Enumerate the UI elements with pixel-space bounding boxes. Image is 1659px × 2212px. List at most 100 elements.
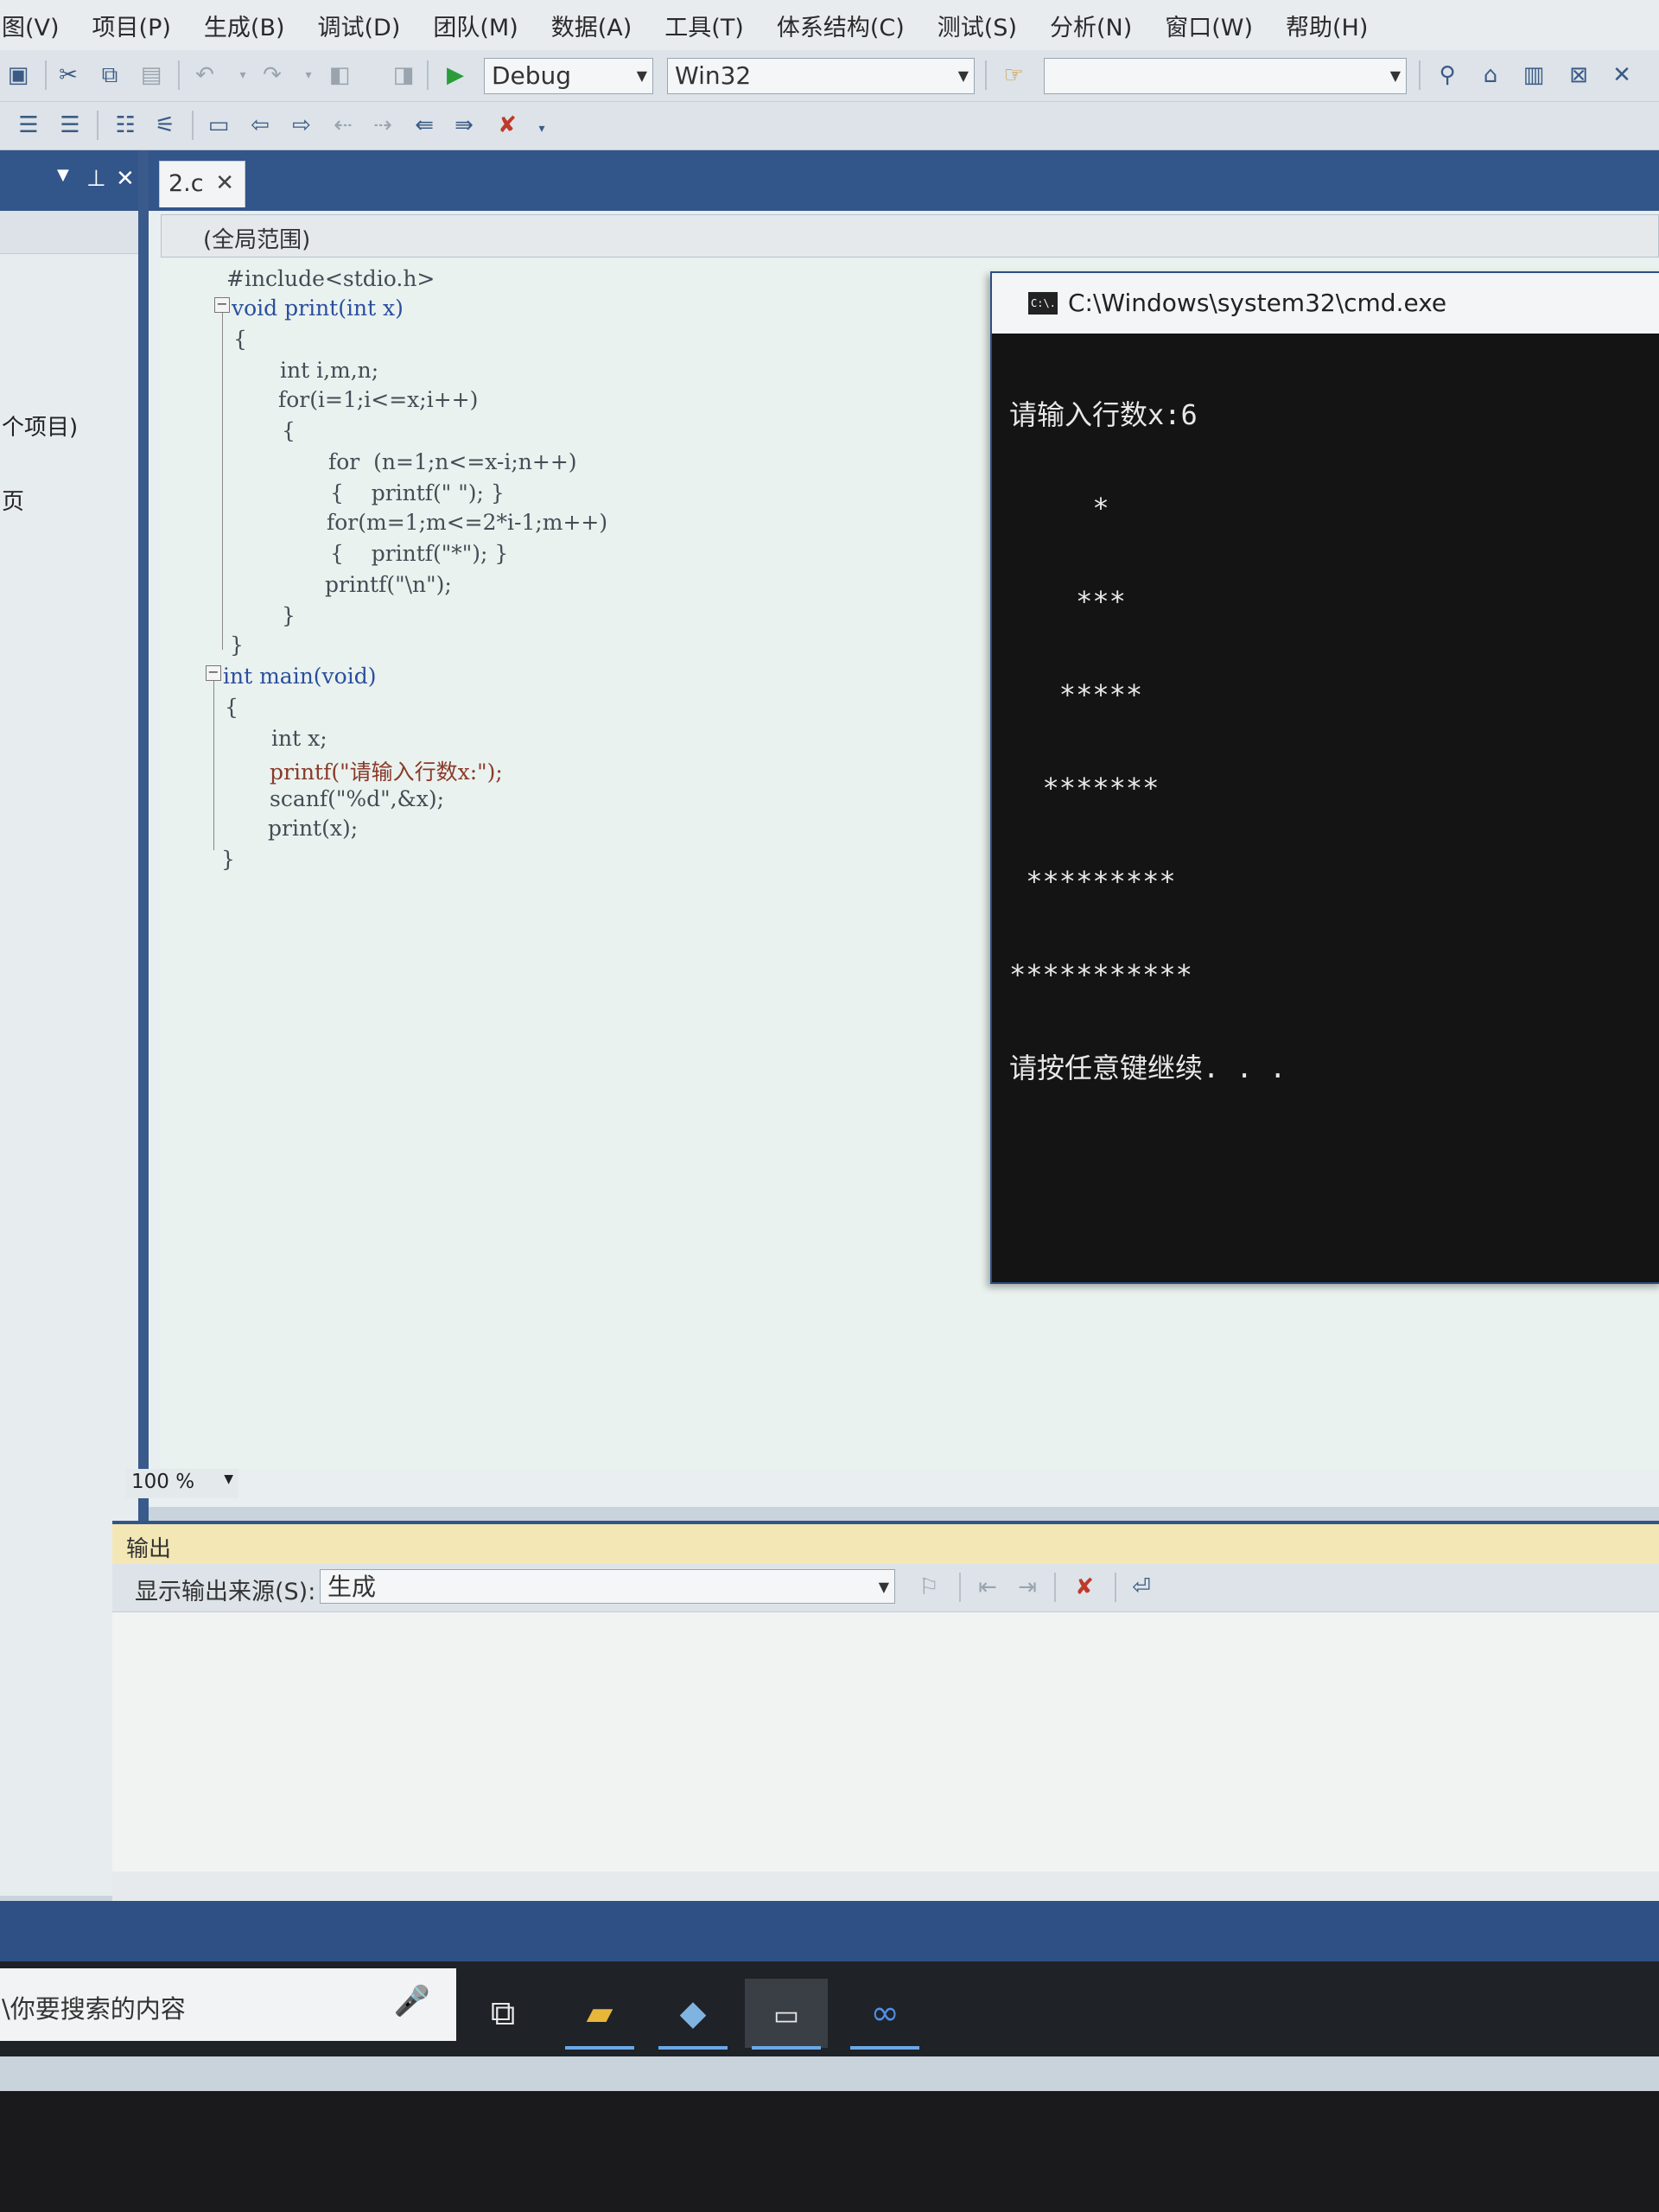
menu-help[interactable]: 帮助(H): [1269, 9, 1384, 42]
menu-analyze[interactable]: 分析(N): [1033, 9, 1148, 42]
pin-icon[interactable]: ⊥: [86, 166, 106, 192]
toolbox-icon[interactable]: ⊠: [1566, 62, 1592, 88]
solution-platform-dropdown[interactable]: Win32 ▼: [667, 58, 975, 94]
redo-icon[interactable]: ↷: [259, 62, 285, 88]
panel-menu-icon[interactable]: ▼: [57, 166, 69, 184]
close-tab-icon[interactable]: ✕: [215, 170, 234, 196]
menu-build[interactable]: 生成(B): [188, 9, 302, 42]
output-text-area[interactable]: [112, 1612, 1659, 1872]
toolbar-separator: [1054, 1573, 1056, 1602]
next-bookmark-document-icon[interactable]: ⇛: [451, 112, 477, 138]
menu-architecture[interactable]: 体系结构(C): [760, 9, 921, 42]
taskbar-file-explorer[interactable]: ▰: [558, 1979, 641, 2050]
copy-icon[interactable]: ⧉: [97, 62, 123, 88]
cut-icon[interactable]: ✂: [55, 62, 81, 88]
code-line: #include<stdio.h>: [226, 266, 435, 291]
menu-debug[interactable]: 调试(D): [302, 9, 417, 42]
comment-lines-icon[interactable]: ☷: [112, 112, 138, 138]
start-debugging-icon[interactable]: ▶: [442, 62, 468, 88]
toggle-bookmark-icon[interactable]: ▭: [206, 112, 232, 138]
microphone-icon[interactable]: 🎤: [394, 1984, 430, 2018]
taskbar-app[interactable]: ◆: [652, 1979, 734, 2050]
next-bookmark-icon[interactable]: ⇨: [289, 112, 315, 138]
taskbar-search-box[interactable]: \你要搜索的内容 🎤: [0, 1968, 456, 2041]
solution-node-label[interactable]: 个项目): [2, 410, 78, 442]
next-bookmark-folder-icon[interactable]: ⇢: [370, 112, 396, 138]
extension-manager-icon[interactable]: ✕: [1609, 62, 1635, 88]
previous-bookmark-folder-icon[interactable]: ⇠: [330, 112, 356, 138]
collapse-icon[interactable]: −: [206, 665, 221, 681]
find-in-files-icon[interactable]: ☞: [1001, 62, 1027, 88]
navigate-backward-icon[interactable]: ◧: [327, 62, 353, 88]
chevron-down-icon: ▼: [1389, 67, 1401, 84]
menu-project[interactable]: 项目(P): [76, 9, 188, 42]
platform-value: Win32: [675, 61, 752, 90]
running-indicator: [565, 2046, 634, 2050]
toolbar-separator: [959, 1573, 961, 1602]
close-icon[interactable]: ✕: [116, 166, 135, 192]
tab-2-c[interactable]: 2.c ✕: [159, 161, 245, 207]
next-message-icon[interactable]: ⇥: [1014, 1574, 1040, 1600]
clear-all-icon[interactable]: ✘: [1071, 1574, 1097, 1600]
paste-icon[interactable]: ▤: [138, 62, 164, 88]
redo-dropdown-icon[interactable]: ▾: [296, 62, 321, 88]
toolbar-separator: [178, 60, 180, 90]
previous-message-icon[interactable]: ⇤: [975, 1574, 1001, 1600]
taskbar-visual-studio[interactable]: ∞: [843, 1979, 926, 2050]
find-message-icon[interactable]: ⚐: [916, 1574, 942, 1600]
console-title-bar[interactable]: C:\. C:\Windows\system32\cmd.exe: [992, 273, 1659, 334]
solution-explorer-icon[interactable]: ⚲: [1434, 62, 1460, 88]
menu-team[interactable]: 团队(M): [416, 9, 534, 42]
output-source-dropdown[interactable]: 生成 ▼: [320, 1569, 895, 1604]
output-title: 输出: [126, 1536, 172, 1562]
code-line: }: [230, 632, 244, 658]
output-panel-header: 输出: [112, 1521, 1659, 1564]
console-window[interactable]: C:\. C:\Windows\system32\cmd.exe 请输入行数x:…: [990, 271, 1659, 1284]
navigate-forward-icon[interactable]: ◨: [391, 62, 416, 88]
clear-bookmarks-icon[interactable]: ✘: [494, 112, 520, 138]
tree-item-label[interactable]: 页: [2, 484, 24, 516]
console-line: ***********: [1009, 958, 1192, 991]
task-view-button[interactable]: ⧉: [461, 1979, 544, 2048]
tab-label: 2.c: [168, 170, 204, 197]
toolbar-options-icon[interactable]: ▾: [529, 116, 555, 142]
undo-dropdown-icon[interactable]: ▾: [230, 62, 256, 88]
solution-configuration-dropdown[interactable]: Debug ▼: [484, 58, 653, 94]
previous-bookmark-document-icon[interactable]: ⇚: [411, 112, 437, 138]
code-line: int main(void): [223, 664, 377, 689]
code-line: printf("\n");: [325, 572, 452, 597]
scope-dropdown[interactable]: (全局范围): [161, 214, 1659, 257]
menu-tools[interactable]: 工具(T): [648, 9, 760, 42]
menu-test[interactable]: 测试(S): [921, 9, 1033, 42]
save-all-icon[interactable]: ▣: [5, 62, 31, 88]
decrease-indent-icon[interactable]: ☰: [16, 112, 41, 138]
zoom-dropdown[interactable]: 100 % ▼: [126, 1469, 238, 1498]
code-line: {: [233, 327, 247, 352]
code-line: }: [282, 603, 296, 628]
increase-indent-icon[interactable]: ☰: [57, 112, 83, 138]
word-wrap-icon[interactable]: ⏎: [1128, 1574, 1154, 1600]
previous-bookmark-icon[interactable]: ⇦: [247, 112, 273, 138]
running-indicator: [658, 2046, 728, 2050]
running-indicator: [752, 2046, 821, 2050]
object-browser-icon[interactable]: ▥: [1521, 62, 1547, 88]
menu-window[interactable]: 窗口(W): [1148, 9, 1269, 42]
fold-guide: [222, 313, 223, 650]
console-line: *********: [1009, 865, 1176, 898]
find-combo[interactable]: ▼: [1044, 58, 1407, 94]
code-line: }: [221, 847, 235, 872]
fold-guide: [213, 681, 214, 850]
properties-icon[interactable]: ⌂: [1478, 62, 1503, 88]
menu-data[interactable]: 数据(A): [535, 9, 649, 42]
menu-view[interactable]: 图(V): [0, 9, 76, 42]
search-placeholder: \你要搜索的内容: [2, 1994, 186, 2024]
code-line: int x;: [271, 726, 327, 751]
output-panel: 输出 显示输出来源(S): 生成 ▼ ⚐ ⇤ ⇥ ✘ ⏎: [112, 1521, 1659, 1901]
console-output: 请输入行数x:6 * *** ***** ******* ********* *…: [1009, 337, 1286, 1146]
collapse-icon[interactable]: −: [214, 297, 230, 313]
uncomment-lines-icon[interactable]: ⚟: [152, 112, 178, 138]
taskbar-cmd[interactable]: ▭: [745, 1979, 828, 2050]
undo-icon[interactable]: ↶: [192, 62, 218, 88]
output-source-label: 显示输出来源(S):: [135, 1579, 316, 1605]
solution-explorer-toolbar: [0, 211, 149, 254]
